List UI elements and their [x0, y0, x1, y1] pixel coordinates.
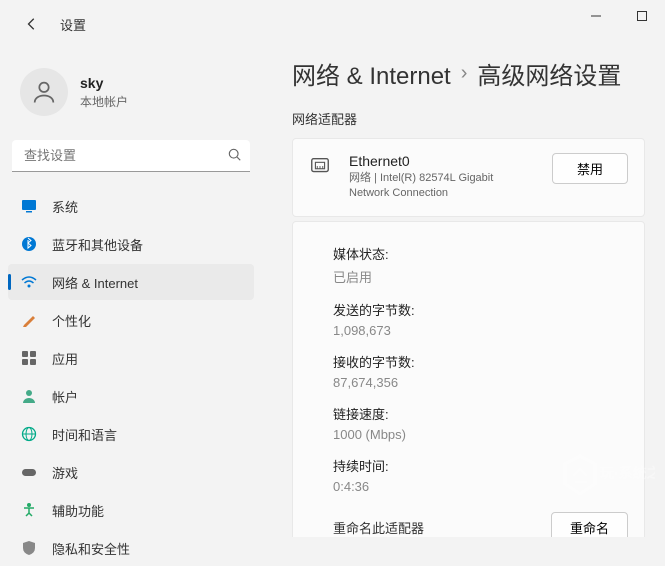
rename-label: 重命名此适配器 — [333, 518, 551, 537]
adapter-name: Ethernet0 — [349, 153, 552, 169]
sidebar-item-label: 系统 — [52, 197, 78, 216]
sidebar-item-label: 游戏 — [52, 463, 78, 482]
globe-icon — [20, 425, 38, 443]
bytes-received-value: 87,674,356 — [333, 375, 628, 390]
app-title: 设置 — [60, 15, 86, 34]
media-status-label: 媒体状态: — [333, 244, 628, 263]
person-icon — [20, 387, 38, 405]
maximize-button[interactable] — [619, 0, 665, 32]
bytes-received-label: 接收的字节数: — [333, 352, 628, 371]
breadcrumb: 网络 & Internet › 高级网络设置 — [292, 56, 645, 91]
shield-icon — [20, 539, 38, 557]
sidebar-item-label: 辅助功能 — [52, 501, 104, 520]
breadcrumb-parent[interactable]: 网络 & Internet — [292, 56, 451, 91]
media-status-value: 已启用 — [333, 267, 628, 286]
link-speed-value: 1000 (Mbps) — [333, 427, 628, 442]
duration-value: 0:4:36 — [333, 479, 628, 494]
sidebar-item-bluetooth[interactable]: 蓝牙和其他设备 — [8, 226, 254, 262]
page-title: 高级网络设置 — [477, 56, 621, 91]
search-box — [12, 140, 250, 172]
link-speed-label: 链接速度: — [333, 404, 628, 423]
sidebar-item-privacy[interactable]: 隐私和安全性 — [8, 530, 254, 566]
sidebar-item-label: 蓝牙和其他设备 — [52, 235, 143, 254]
sidebar-item-label: 时间和语言 — [52, 425, 117, 444]
disable-button[interactable]: 禁用 — [552, 153, 628, 184]
main-content: 网络 & Internet › 高级网络设置 网络适配器 Ethernet0 网… — [262, 48, 665, 537]
sidebar-item-label: 个性化 — [52, 311, 91, 330]
profile-name: sky — [80, 75, 128, 91]
sidebar-item-system[interactable]: 系统 — [8, 188, 254, 224]
adapter-description: 网络 | Intel(R) 82574L Gigabit Network Con… — [349, 171, 509, 202]
apps-icon — [20, 349, 38, 367]
minimize-button[interactable] — [573, 0, 619, 32]
nav: 系统 蓝牙和其他设备 网络 & Internet 个性化 应用 帐户 — [8, 188, 254, 566]
search-input[interactable] — [12, 140, 250, 172]
sidebar-item-network[interactable]: 网络 & Internet — [8, 264, 254, 300]
sidebar-item-time[interactable]: 时间和语言 — [8, 416, 254, 452]
profile[interactable]: sky 本地帐户 — [8, 56, 254, 136]
ethernet-icon — [309, 155, 337, 182]
sidebar: sky 本地帐户 系统 蓝牙和其他设备 网络 & Internet — [0, 48, 262, 537]
duration-label: 持续时间: — [333, 456, 628, 475]
adapter-card[interactable]: Ethernet0 网络 | Intel(R) 82574L Gigabit N… — [292, 138, 645, 217]
search-icon — [228, 148, 242, 167]
sidebar-item-accessibility[interactable]: 辅助功能 — [8, 492, 254, 528]
chevron-right-icon: › — [461, 62, 468, 85]
bluetooth-icon — [20, 235, 38, 253]
bytes-sent-label: 发送的字节数: — [333, 300, 628, 319]
avatar — [20, 68, 68, 116]
display-icon — [20, 197, 38, 215]
profile-subtitle: 本地帐户 — [80, 93, 128, 110]
brush-icon — [20, 311, 38, 329]
sidebar-item-label: 网络 & Internet — [52, 273, 138, 292]
back-button[interactable] — [16, 8, 48, 40]
bytes-sent-value: 1,098,673 — [333, 323, 628, 338]
sidebar-item-gaming[interactable]: 游戏 — [8, 454, 254, 490]
accessibility-icon — [20, 501, 38, 519]
sidebar-item-apps[interactable]: 应用 — [8, 340, 254, 376]
adapter-details: 媒体状态: 已启用 发送的字节数: 1,098,673 接收的字节数: 87,6… — [292, 221, 645, 537]
sidebar-item-label: 隐私和安全性 — [52, 539, 130, 558]
sidebar-item-personalization[interactable]: 个性化 — [8, 302, 254, 338]
section-title: 网络适配器 — [292, 109, 645, 128]
sidebar-item-label: 应用 — [52, 349, 78, 368]
gamepad-icon — [20, 463, 38, 481]
sidebar-item-label: 帐户 — [52, 387, 78, 406]
sidebar-item-accounts[interactable]: 帐户 — [8, 378, 254, 414]
wifi-icon — [20, 273, 38, 291]
rename-button[interactable]: 重命名 — [551, 512, 628, 537]
